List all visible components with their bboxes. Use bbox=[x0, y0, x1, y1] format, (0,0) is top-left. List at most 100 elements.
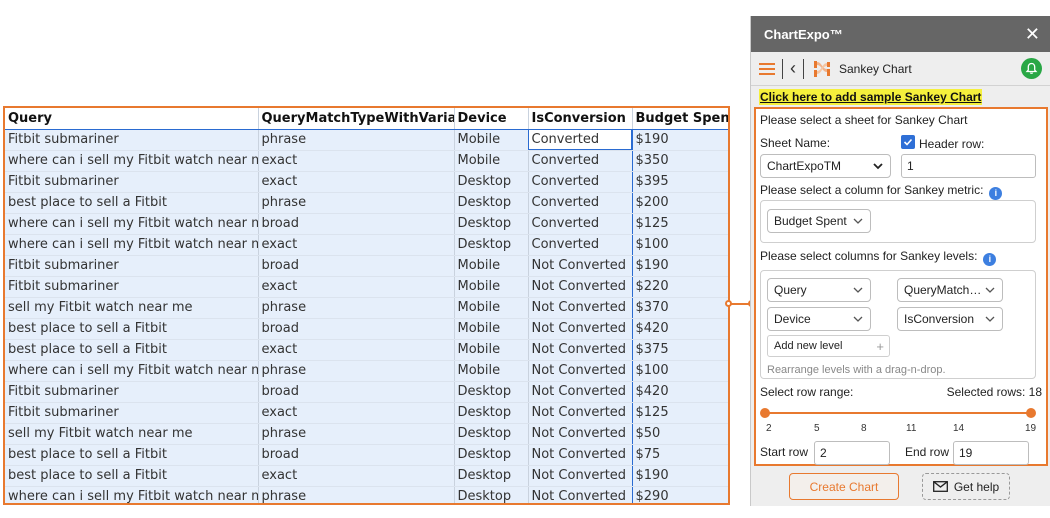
cell-budget-spent[interactable]: $125 bbox=[632, 213, 728, 235]
cell-query[interactable]: Fitbit submariner bbox=[5, 255, 259, 277]
cell-device[interactable]: Desktop bbox=[454, 486, 529, 503]
level-select-query[interactable]: Query bbox=[767, 278, 871, 302]
cell-match-type[interactable]: broad bbox=[258, 213, 455, 235]
cell-query[interactable]: where can i sell my Fitbit watch near me bbox=[5, 213, 259, 235]
cell-query[interactable]: where can i sell my Fitbit watch near me bbox=[5, 360, 259, 382]
cell-query[interactable]: Fitbit submariner bbox=[5, 276, 259, 298]
create-chart-button[interactable]: Create Chart bbox=[789, 473, 899, 500]
row-range-slider-track[interactable] bbox=[765, 412, 1031, 414]
cell-budget-spent[interactable]: $395 bbox=[632, 171, 728, 193]
cell-query[interactable]: best place to sell a Fitbit bbox=[5, 444, 259, 466]
column-header-device[interactable]: Device bbox=[454, 108, 529, 130]
cell-match-type[interactable]: phrase bbox=[258, 297, 455, 319]
cell-budget-spent[interactable]: $200 bbox=[632, 192, 728, 214]
column-header-budget-spent[interactable]: Budget Spent bbox=[632, 108, 728, 130]
cell-query[interactable]: Fitbit submariner bbox=[5, 381, 259, 403]
cell-query[interactable]: where can i sell my Fitbit watch near me bbox=[5, 150, 259, 172]
hamburger-menu-icon[interactable] bbox=[759, 62, 775, 75]
cell-query[interactable]: best place to sell a Fitbit bbox=[5, 465, 259, 487]
cell-budget-spent[interactable]: $190 bbox=[632, 255, 728, 277]
cell-budget-spent[interactable]: $125 bbox=[632, 402, 728, 424]
cell-match-type[interactable]: phrase bbox=[258, 423, 455, 445]
cell-device[interactable]: Desktop bbox=[454, 192, 529, 214]
cell-device[interactable]: Desktop bbox=[454, 402, 529, 424]
cell-device[interactable]: Mobile bbox=[454, 318, 529, 340]
data-table-selection[interactable]: Query QueryMatchTypeWithVariant Device I… bbox=[3, 106, 730, 505]
cell-query[interactable]: best place to sell a Fitbit bbox=[5, 318, 259, 340]
add-level-button[interactable]: Add new level + bbox=[767, 335, 890, 357]
cell-device[interactable]: Mobile bbox=[454, 297, 529, 319]
cell-is-conversion[interactable]: Converted bbox=[527, 234, 633, 256]
info-icon[interactable]: i bbox=[989, 186, 1003, 200]
cell-match-type[interactable]: exact bbox=[258, 276, 455, 298]
cell-device[interactable]: Desktop bbox=[454, 465, 529, 487]
close-icon[interactable]: ✕ bbox=[1025, 25, 1040, 43]
row-range-end-handle[interactable] bbox=[1026, 408, 1036, 418]
cell-match-type[interactable]: exact bbox=[258, 150, 455, 172]
start-row-input[interactable]: 2 bbox=[814, 441, 890, 465]
cell-device[interactable]: Desktop bbox=[454, 423, 529, 445]
cell-is-conversion[interactable]: Not Converted bbox=[527, 444, 633, 466]
cell-is-conversion[interactable]: Not Converted bbox=[527, 402, 633, 424]
cell-budget-spent[interactable]: $50 bbox=[632, 423, 728, 445]
cell-device[interactable]: Mobile bbox=[454, 339, 529, 361]
cell-is-conversion[interactable]: Not Converted bbox=[527, 318, 633, 340]
cell-device[interactable]: Desktop bbox=[454, 213, 529, 235]
add-sample-chart-link[interactable]: Click here to add sample Sankey Chart bbox=[759, 89, 983, 105]
cell-query[interactable]: where can i sell my Fitbit watch near me bbox=[5, 486, 259, 503]
cell-match-type[interactable]: exact bbox=[258, 465, 455, 487]
cell-match-type[interactable]: exact bbox=[258, 402, 455, 424]
cell-budget-spent[interactable]: $100 bbox=[632, 234, 728, 256]
cell-is-conversion[interactable]: Not Converted bbox=[527, 423, 633, 445]
cell-match-type[interactable]: broad bbox=[258, 318, 455, 340]
info-icon[interactable]: i bbox=[983, 252, 997, 266]
level-select-is-conversion[interactable]: IsConversion bbox=[897, 307, 1003, 331]
cell-query[interactable]: Fitbit submariner bbox=[5, 171, 259, 193]
cell-match-type[interactable]: exact bbox=[258, 171, 455, 193]
cell-budget-spent[interactable]: $100 bbox=[632, 360, 728, 382]
cell-is-conversion[interactable]: Not Converted bbox=[527, 339, 633, 361]
cell-device[interactable]: Desktop bbox=[454, 381, 529, 403]
cell-budget-spent[interactable]: $370 bbox=[632, 297, 728, 319]
bell-icon[interactable] bbox=[1021, 58, 1042, 79]
cell-budget-spent[interactable]: $350 bbox=[632, 150, 728, 172]
cell-is-conversion[interactable]: Not Converted bbox=[527, 486, 633, 503]
cell-budget-spent[interactable]: $420 bbox=[632, 318, 728, 340]
cell-query[interactable]: sell my Fitbit watch near me bbox=[5, 297, 259, 319]
cell-device[interactable]: Mobile bbox=[454, 276, 529, 298]
cell-budget-spent[interactable]: $420 bbox=[632, 381, 728, 403]
cell-match-type[interactable]: broad bbox=[258, 444, 455, 466]
back-icon[interactable]: ‹ bbox=[790, 59, 796, 79]
cell-match-type[interactable]: exact bbox=[258, 339, 455, 361]
cell-budget-spent[interactable]: $190 bbox=[632, 129, 728, 151]
cell-query[interactable]: sell my Fitbit watch near me bbox=[5, 423, 259, 445]
header-row-checkbox[interactable] bbox=[901, 135, 915, 149]
cell-device[interactable]: Mobile bbox=[454, 150, 529, 172]
cell-match-type[interactable]: broad bbox=[258, 255, 455, 277]
cell-is-conversion[interactable]: Converted bbox=[527, 192, 633, 214]
cell-is-conversion[interactable]: Not Converted bbox=[527, 276, 633, 298]
column-header-match-type[interactable]: QueryMatchTypeWithVariant bbox=[258, 108, 455, 130]
column-header-query[interactable]: Query bbox=[5, 108, 259, 130]
cell-is-conversion[interactable]: Converted bbox=[527, 129, 633, 151]
cell-is-conversion[interactable]: Not Converted bbox=[527, 465, 633, 487]
cell-match-type[interactable]: phrase bbox=[258, 486, 455, 503]
level-select-match-type[interactable]: QueryMatchT... bbox=[897, 278, 1003, 302]
metric-select[interactable]: Budget Spent bbox=[767, 209, 871, 233]
sheet-name-select[interactable]: ChartExpoTM bbox=[760, 154, 891, 178]
cell-budget-spent[interactable]: $75 bbox=[632, 444, 728, 466]
cell-device[interactable]: Mobile bbox=[454, 360, 529, 382]
cell-is-conversion[interactable]: Converted bbox=[527, 150, 633, 172]
cell-query[interactable]: where can i sell my Fitbit watch near me bbox=[5, 234, 259, 256]
cell-is-conversion[interactable]: Not Converted bbox=[527, 255, 633, 277]
cell-budget-spent[interactable]: $220 bbox=[632, 276, 728, 298]
header-row-input[interactable]: 1 bbox=[901, 154, 1036, 178]
cell-query[interactable]: Fitbit submariner bbox=[5, 402, 259, 424]
cell-device[interactable]: Desktop bbox=[454, 171, 529, 193]
cell-budget-spent[interactable]: $190 bbox=[632, 465, 728, 487]
cell-budget-spent[interactable]: $375 bbox=[632, 339, 728, 361]
cell-match-type[interactable]: phrase bbox=[258, 360, 455, 382]
cell-device[interactable]: Mobile bbox=[454, 129, 529, 151]
cell-query[interactable]: Fitbit submariner bbox=[5, 129, 259, 151]
get-help-button[interactable]: Get help bbox=[922, 473, 1010, 500]
